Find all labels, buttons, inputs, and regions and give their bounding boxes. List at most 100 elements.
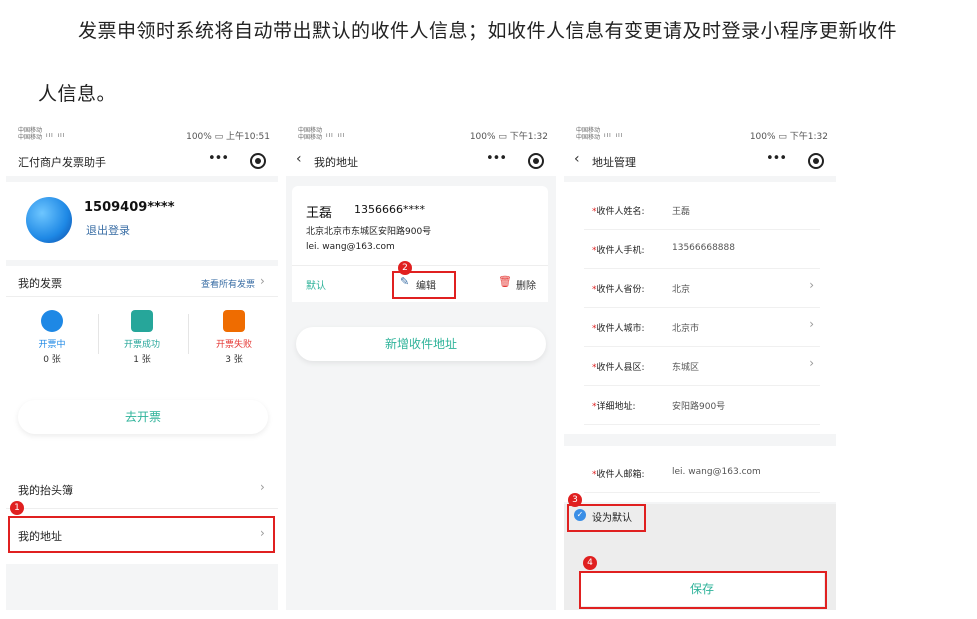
- phone-screen-my-address: 中国移动 中国移动 ᵢₗₗ ᵢₗₗ 100% ▭ 下午1:32 ‹ 我的地址 •…: [286, 124, 556, 610]
- nav-bar: ‹ 地址管理 •••: [564, 146, 836, 176]
- status-time: 100% ▭ 上午10:51: [186, 132, 270, 142]
- back-icon[interactable]: ‹: [296, 151, 302, 167]
- status-bar: 中国移动 中国移动 ᵢₗₗ ᵢₗₗ 100% ▭ 下午1:32: [564, 124, 836, 146]
- field-province[interactable]: *收件人省份: 北京 ›: [584, 269, 820, 308]
- more-icon[interactable]: •••: [486, 151, 507, 166]
- field-detail-address[interactable]: *详细地址: 安阳路900号: [584, 386, 820, 425]
- chevron-right-icon[interactable]: ›: [809, 278, 814, 292]
- field-value[interactable]: 13566668888: [672, 243, 735, 253]
- page-title: 汇付商户发票助手: [18, 156, 106, 169]
- back-icon[interactable]: ‹: [574, 151, 580, 167]
- logout-link[interactable]: 退出登录: [86, 222, 130, 238]
- trash-icon[interactable]: 🗑: [498, 275, 512, 288]
- highlight-box: [579, 571, 827, 609]
- field-email[interactable]: *收件人邮箱: lei. wang@163.com: [584, 454, 820, 493]
- signal-icon: ᵢₗₗ ᵢₗₗ: [604, 130, 624, 140]
- carrier-text: 中国移动 中国移动: [576, 127, 601, 141]
- close-target-icon[interactable]: [808, 153, 824, 169]
- field-value[interactable]: 北京市: [672, 321, 699, 334]
- stat-label: 开票失败: [215, 340, 252, 350]
- status-time: 100% ▭ 下午1:32: [469, 132, 548, 142]
- chevron-right-icon[interactable]: ›: [809, 356, 814, 370]
- close-target-icon[interactable]: [528, 153, 544, 169]
- divider: [188, 314, 189, 354]
- close-target-icon[interactable]: [250, 153, 266, 169]
- recipient-address: 北京北京市东城区安阳路900号: [306, 227, 432, 237]
- step-badge: 3: [568, 493, 582, 507]
- highlight-box: [8, 516, 275, 553]
- highlight-box: [567, 504, 646, 532]
- chevron-right-icon[interactable]: ›: [260, 274, 265, 288]
- stat-pending[interactable]: 开票中 0 张: [22, 310, 82, 365]
- signal-icon: ᵢₗₗ ᵢₗₗ: [46, 130, 66, 140]
- step-badge: 4: [583, 556, 597, 570]
- divider: [6, 508, 278, 509]
- carrier-text: 中国移动 中国移动: [298, 127, 323, 141]
- field-value[interactable]: 北京: [672, 282, 690, 295]
- status-bar: 中国移动 中国移动 ᵢₗₗ ᵢₗₗ 100% ▭ 上午10:51: [6, 124, 278, 146]
- phone-screen-address-management: 中国移动 中国移动 ᵢₗₗ ᵢₗₗ 100% ▭ 下午1:32 ‹ 地址管理 •…: [564, 124, 836, 610]
- field-district[interactable]: *收件人县区: 东城区 ›: [584, 347, 820, 386]
- nav-bar: ‹ 我的地址 •••: [286, 146, 556, 176]
- invoice-success-icon: [131, 310, 153, 332]
- chevron-right-icon[interactable]: ›: [809, 317, 814, 331]
- recipient-email: lei. wang@163.com: [306, 242, 395, 252]
- nav-bar: 汇付商户发票助手 •••: [6, 146, 278, 176]
- step-badge: 2: [398, 261, 412, 275]
- field-value[interactable]: lei. wang@163.com: [672, 467, 761, 477]
- mini-program-capsule[interactable]: •••: [760, 150, 826, 172]
- stat-count: 1 张: [133, 355, 151, 365]
- stat-count: 3 张: [225, 355, 243, 365]
- field-city[interactable]: *收件人城市: 北京市 ›: [584, 308, 820, 347]
- default-label[interactable]: 默认: [306, 277, 326, 292]
- stat-success[interactable]: 开票成功 1 张: [112, 310, 172, 365]
- issue-invoice-button[interactable]: 去开票: [18, 400, 268, 434]
- intro-text: 发票申领时系统将自动带出默认的收件人信息；如收件人信息有变更请及时登录小程序更新…: [0, 0, 977, 120]
- field-label: *详细地址:: [592, 402, 636, 412]
- recipient-name: 王磊: [306, 206, 333, 221]
- stat-label: 开票中: [38, 340, 66, 350]
- carrier-text: 中国移动 中国移动: [18, 127, 43, 141]
- field-value[interactable]: 安阳路900号: [672, 399, 725, 412]
- field-label: *收件人姓名:: [592, 207, 645, 217]
- view-all-invoices-link[interactable]: 查看所有发票: [201, 277, 255, 290]
- divider: [6, 296, 278, 297]
- status-bar: 中国移动 中国移动 ᵢₗₗ ᵢₗₗ 100% ▭ 下午1:32: [286, 124, 556, 146]
- avatar: [26, 197, 72, 243]
- header-book-item[interactable]: 我的抬头簿: [18, 482, 73, 498]
- stat-label: 开票成功: [123, 340, 160, 350]
- recipient-phone: 1356666****: [354, 203, 425, 216]
- add-address-button[interactable]: 新增收件地址: [296, 327, 546, 361]
- field-value[interactable]: 东城区: [672, 360, 699, 373]
- invoice-failed-icon: [223, 310, 245, 332]
- clock-icon: [41, 310, 63, 332]
- more-icon[interactable]: •••: [208, 151, 229, 166]
- more-icon[interactable]: •••: [766, 151, 787, 166]
- field-label: *收件人省份:: [592, 285, 645, 295]
- highlight-box: [392, 271, 456, 299]
- stat-count: 0 张: [43, 355, 61, 365]
- phone-screen-home: 中国移动 中国移动 ᵢₗₗ ᵢₗₗ 100% ▭ 上午10:51 汇付商户发票助…: [6, 124, 278, 610]
- field-label: *收件人手机:: [592, 246, 645, 256]
- my-invoices-title: 我的发票: [18, 277, 62, 290]
- delete-button[interactable]: 删除: [516, 277, 536, 292]
- field-label: *收件人县区:: [592, 363, 645, 373]
- field-name[interactable]: *收件人姓名: 王磊: [584, 191, 820, 230]
- signal-icon: ᵢₗₗ ᵢₗₗ: [326, 130, 346, 140]
- field-value[interactable]: 王磊: [672, 204, 690, 217]
- field-label: *收件人邮箱:: [592, 470, 645, 480]
- mini-program-capsule[interactable]: •••: [480, 150, 546, 172]
- divider: [98, 314, 99, 354]
- chevron-right-icon[interactable]: ›: [260, 480, 265, 494]
- mini-program-capsule[interactable]: •••: [202, 150, 268, 172]
- stat-failed[interactable]: 开票失败 3 张: [204, 310, 264, 365]
- field-phone[interactable]: *收件人手机: 13566668888: [584, 230, 820, 269]
- intro-line-2: 人信息。: [38, 83, 117, 105]
- page-title: 地址管理: [592, 156, 636, 169]
- step-badge: 1: [10, 501, 24, 515]
- field-label: *收件人城市:: [592, 324, 645, 334]
- phone-number: 1509409****: [84, 200, 175, 215]
- intro-line-1: 发票申领时系统将自动带出默认的收件人信息；如收件人信息有变更请及时登录小程序更新…: [78, 20, 898, 42]
- page-title: 我的地址: [314, 156, 358, 169]
- status-time: 100% ▭ 下午1:32: [749, 132, 828, 142]
